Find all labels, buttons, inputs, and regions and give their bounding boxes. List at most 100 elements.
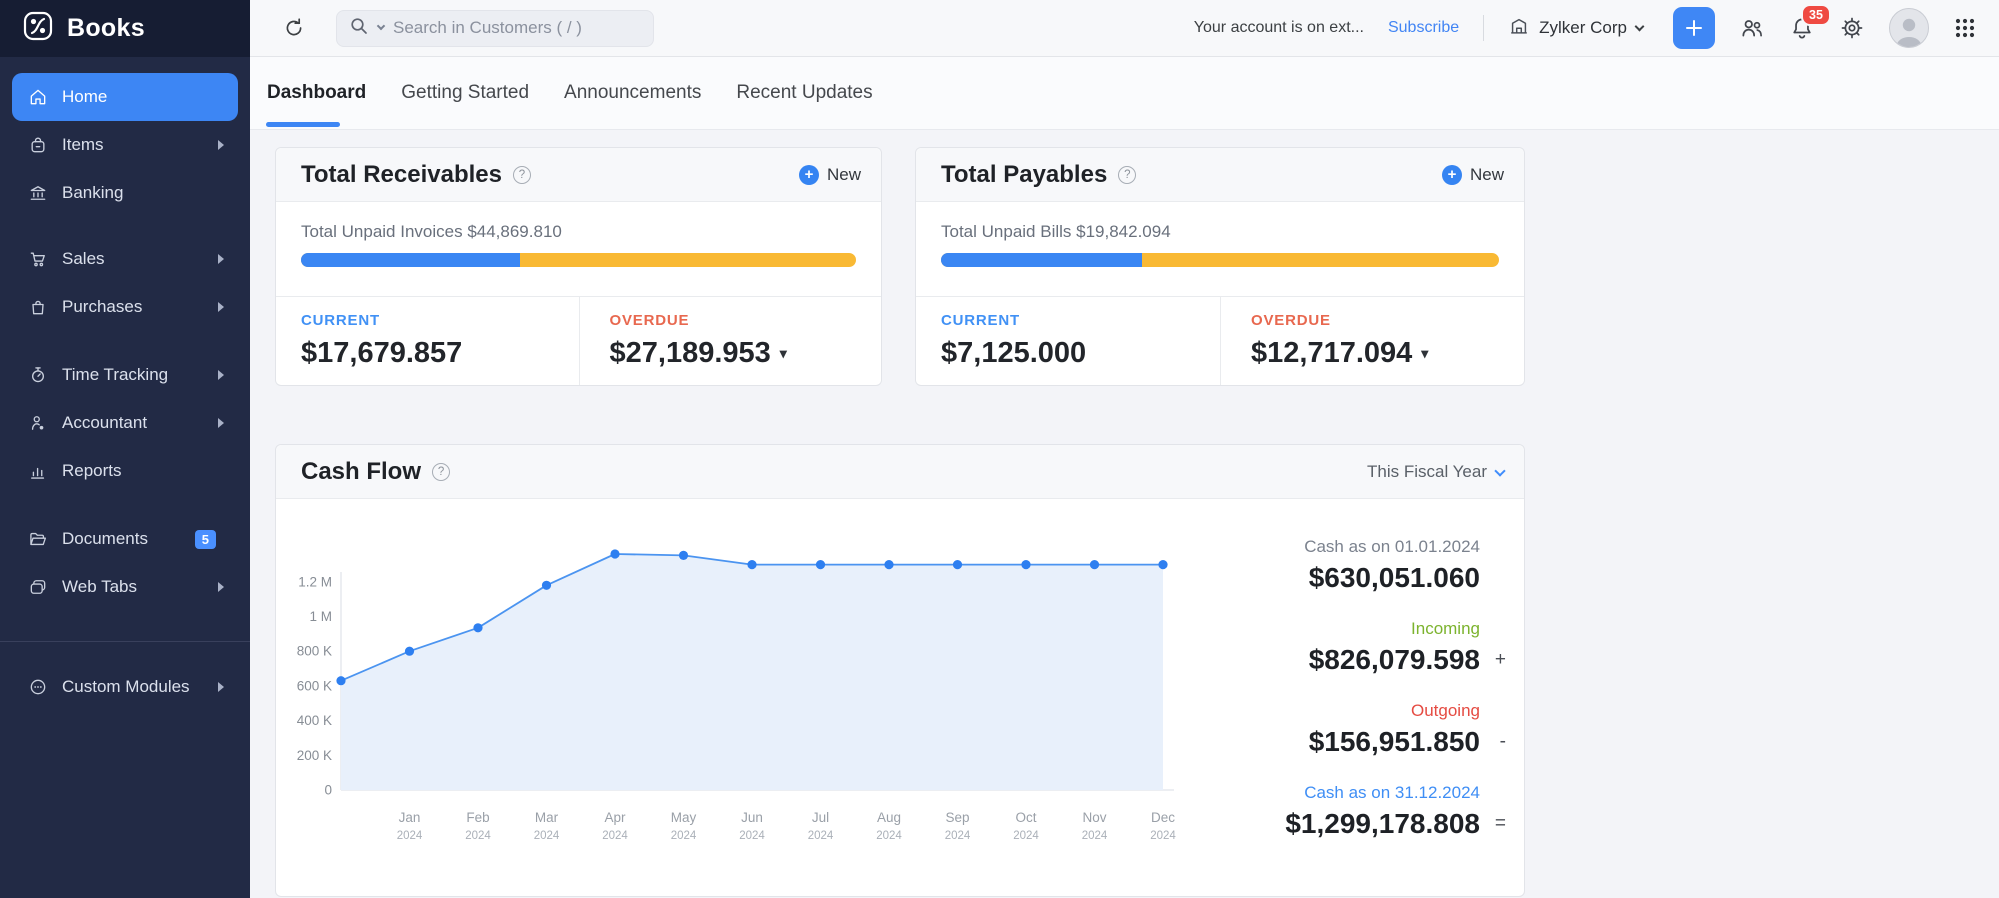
custom-modules-icon: [28, 677, 48, 697]
user-avatar[interactable]: [1889, 8, 1929, 48]
sidebar-item-web-tabs[interactable]: Web Tabs: [12, 563, 238, 611]
sidebar-item-label: Accountant: [62, 413, 204, 433]
tab-recent-updates[interactable]: Recent Updates: [735, 57, 873, 130]
svg-text:1 M: 1 M: [309, 609, 332, 624]
org-name: Zylker Corp: [1539, 18, 1627, 38]
total-unpaid-bills: Total Unpaid Bills $19,842.094: [941, 222, 1499, 242]
folder-icon: [28, 529, 48, 549]
opening-balance-block: Cash as on 01.01.2024 $630,051.060: [1214, 537, 1506, 593]
users-icon[interactable]: [1739, 15, 1765, 41]
sidebar-item-time-tracking[interactable]: Time Tracking: [12, 351, 238, 399]
sidebar-item-reports[interactable]: Reports: [12, 447, 238, 495]
sidebar-item-documents[interactable]: Documents 5: [12, 515, 238, 563]
current-column: CURRENT $7,125.000: [916, 297, 1220, 385]
svg-text:2024: 2024: [1150, 830, 1176, 842]
apps-grid-icon[interactable]: [1953, 16, 1977, 40]
sidebar-item-sales[interactable]: Sales: [12, 235, 238, 283]
dropdown-caret-icon: ▾: [780, 345, 787, 362]
new-payable-button[interactable]: + New: [1442, 165, 1504, 185]
svg-text:2024: 2024: [671, 830, 697, 842]
cash-flow-chart[interactable]: 0200 K400 K600 K800 K1 M1.2 MJan2024Feb2…: [294, 527, 1194, 877]
svg-text:Jun: Jun: [741, 810, 763, 825]
tab-announcements[interactable]: Announcements: [563, 57, 702, 130]
search-box[interactable]: [336, 10, 654, 47]
settings-gear-icon[interactable]: [1839, 15, 1865, 41]
org-selector[interactable]: Zylker Corp: [1508, 15, 1643, 42]
subscribe-link[interactable]: Subscribe: [1388, 19, 1459, 37]
svg-text:2024: 2024: [465, 830, 491, 842]
help-icon[interactable]: ?: [432, 463, 450, 481]
svg-text:200 K: 200 K: [297, 748, 332, 763]
sidebar-item-banking[interactable]: Banking: [12, 169, 238, 217]
svg-text:400 K: 400 K: [297, 713, 332, 728]
sidebar-item-label: Custom Modules: [62, 677, 204, 697]
tab-getting-started[interactable]: Getting Started: [400, 57, 530, 130]
tab-dashboard[interactable]: Dashboard: [266, 57, 367, 130]
sidebar-item-home[interactable]: Home: [12, 73, 238, 121]
sidebar-item-label: Sales: [62, 249, 204, 269]
refresh-icon[interactable]: [282, 16, 306, 40]
overdue-amount-dropdown[interactable]: $12,717.094▾: [1251, 337, 1524, 370]
stat-label: Cash as on 01.01.2024: [1214, 537, 1506, 557]
cash-flow-chart-area: 0200 K400 K600 K800 K1 M1.2 MJan2024Feb2…: [276, 499, 1214, 882]
chevron-right-icon: [218, 302, 224, 312]
chevron-right-icon: [218, 682, 224, 692]
web-tabs-icon: [28, 577, 48, 597]
svg-text:Aug: Aug: [877, 810, 901, 825]
card-title: Total Payables: [941, 161, 1107, 189]
chevron-right-icon: [218, 370, 224, 380]
topbar-main: Your account is on ext... Subscribe Zylk…: [250, 0, 1999, 56]
outgoing-block: Outgoing $156,951.850-: [1214, 701, 1506, 757]
payables-progress-bar: [941, 253, 1499, 267]
new-receivable-button[interactable]: + New: [799, 165, 861, 185]
home-icon: [28, 87, 48, 107]
chevron-right-icon: [218, 140, 224, 150]
accountant-person-icon: [28, 413, 48, 433]
svg-text:1.2 M: 1.2 M: [298, 574, 332, 589]
cash-flow-card: Cash Flow ? This Fiscal Year 0200 K400 K…: [275, 444, 1525, 897]
svg-text:Feb: Feb: [466, 810, 489, 825]
quick-create-button[interactable]: [1673, 7, 1715, 49]
current-amount: $17,679.857: [301, 337, 579, 370]
help-icon[interactable]: ?: [1118, 166, 1136, 184]
plus-icon: +: [1442, 165, 1462, 185]
incoming-block: Incoming $826,079.598+: [1214, 619, 1506, 675]
closing-balance-block: Cash as on 31.12.2024 $1,299,178.808=: [1214, 783, 1506, 839]
app-logo[interactable]: Books: [0, 0, 250, 57]
sidebar-item-purchases[interactable]: Purchases: [12, 283, 238, 331]
total-payables-card: Total Payables ? + New Total Unpaid Bill…: [915, 147, 1525, 386]
bar-chart-icon: [28, 461, 48, 481]
sidebar-item-label: Home: [62, 87, 224, 107]
svg-text:Mar: Mar: [535, 810, 559, 825]
svg-text:Sep: Sep: [945, 810, 969, 825]
search-icon: [349, 16, 369, 41]
documents-count-badge: 5: [195, 530, 216, 549]
sidebar-item-custom-modules[interactable]: Custom Modules: [12, 663, 238, 711]
sidebar-item-items[interactable]: Items: [12, 121, 238, 169]
sidebar-item-label: Purchases: [62, 297, 204, 317]
receivables-progress-fill: [301, 253, 520, 267]
items-icon: [28, 135, 48, 155]
search-scope-chevron-icon[interactable]: [377, 22, 385, 30]
stat-value: $630,051.060: [1309, 562, 1480, 593]
stat-symbol: +: [1480, 649, 1506, 671]
svg-text:2024: 2024: [945, 830, 971, 842]
fiscal-year-select[interactable]: This Fiscal Year: [1367, 462, 1504, 482]
overdue-amount-dropdown[interactable]: $27,189.953▾: [610, 337, 882, 370]
account-notice: Your account is on ext...: [1194, 19, 1364, 37]
current-label: CURRENT: [301, 312, 579, 329]
sidebar-item-accountant[interactable]: Accountant: [12, 399, 238, 447]
total-unpaid-invoices: Total Unpaid Invoices $44,869.810: [301, 222, 856, 242]
sidebar-item-label: Banking: [62, 183, 224, 203]
search-input[interactable]: [393, 18, 613, 38]
svg-text:600 K: 600 K: [297, 678, 332, 693]
svg-text:2024: 2024: [602, 830, 628, 842]
card-header: Total Payables ? + New: [916, 148, 1524, 202]
current-amount: $7,125.000: [941, 337, 1220, 370]
help-icon[interactable]: ?: [513, 166, 531, 184]
notifications-bell-icon[interactable]: 35: [1789, 15, 1815, 41]
stat-label: Incoming: [1214, 619, 1506, 639]
notification-count-badge: 35: [1801, 4, 1831, 26]
sidebar-item-label: Reports: [62, 461, 224, 481]
topbar-right: Your account is on ext... Subscribe Zylk…: [1194, 7, 1999, 49]
